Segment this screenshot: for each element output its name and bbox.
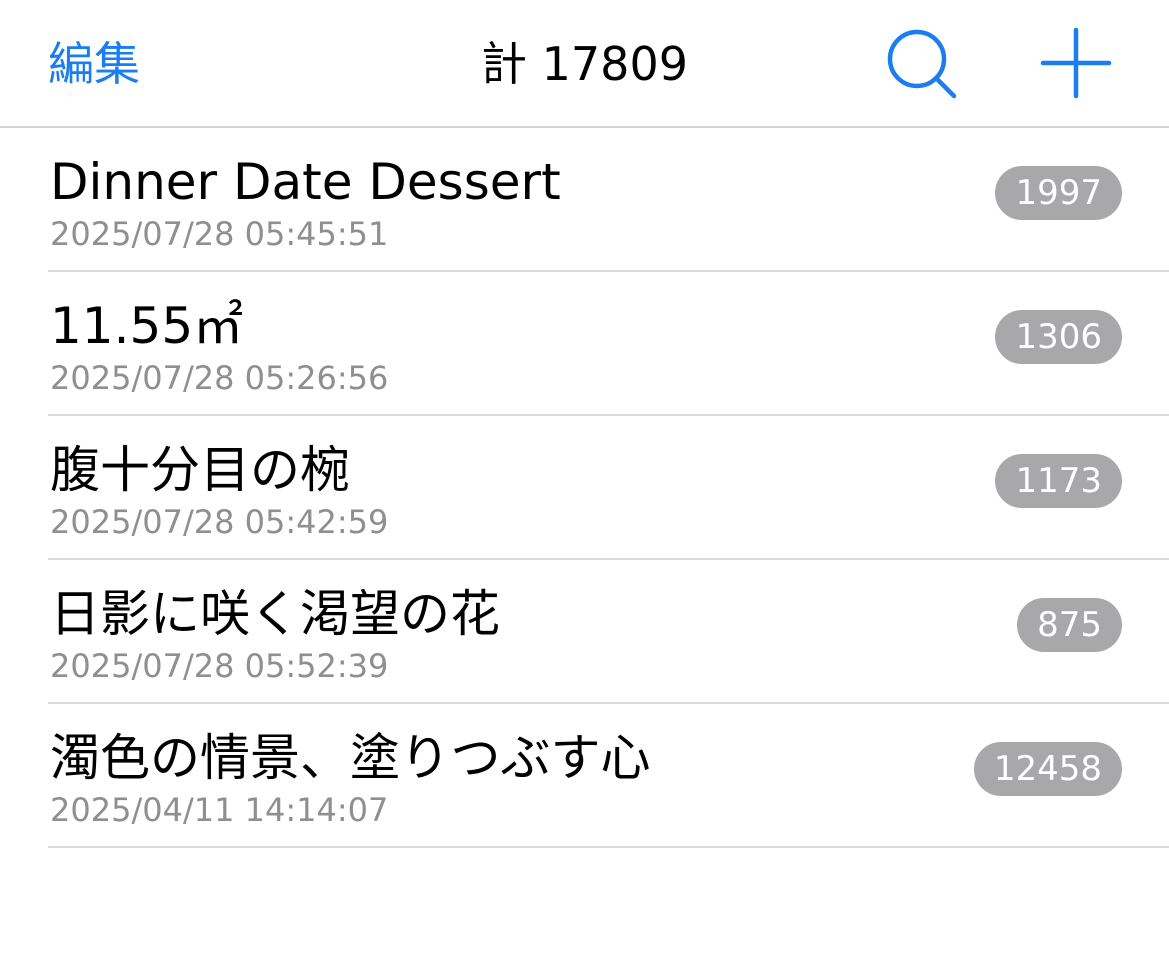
navigation-bar: 編集 計 17809 <box>0 0 1169 128</box>
item-date: 2025/07/28 05:52:39 <box>50 647 389 685</box>
item-title: 日影に咲く渇望の花 <box>50 585 500 643</box>
count-badge: 875 <box>1017 598 1122 652</box>
item-date: 2025/07/28 05:45:51 <box>50 215 389 253</box>
count-badge: 12458 <box>973 742 1122 796</box>
item-title: Dinner Date Dessert <box>50 153 561 211</box>
list-item[interactable]: 11.55㎡ 2025/07/28 05:26:56 1306 <box>48 272 1169 416</box>
list-item[interactable]: Dinner Date Dessert 2025/07/28 05:45:51 … <box>48 128 1169 272</box>
count-badge: 1306 <box>995 310 1122 364</box>
count-badge: 1173 <box>995 454 1122 508</box>
count-badge: 1997 <box>995 166 1122 220</box>
item-title: 11.55㎡ <box>50 297 244 355</box>
item-list: Dinner Date Dessert 2025/07/28 05:45:51 … <box>0 128 1169 848</box>
item-date: 2025/07/28 05:26:56 <box>50 359 389 397</box>
item-title: 濁色の情景、塗りつぶす心 <box>50 729 651 787</box>
item-date: 2025/04/11 14:14:07 <box>50 791 389 829</box>
search-icon <box>887 29 957 99</box>
list-item[interactable]: 腹十分目の椀 2025/07/28 05:42:59 1173 <box>48 416 1169 560</box>
list-item[interactable]: 濁色の情景、塗りつぶす心 2025/04/11 14:14:07 12458 <box>48 704 1169 848</box>
plus-icon <box>1040 27 1112 99</box>
item-title: 腹十分目の椀 <box>50 441 350 499</box>
add-button[interactable] <box>1038 26 1114 102</box>
page-title: 計 17809 <box>481 37 688 91</box>
item-date: 2025/07/28 05:42:59 <box>50 503 389 541</box>
search-button[interactable] <box>884 26 960 102</box>
list-item[interactable]: 日影に咲く渇望の花 2025/07/28 05:52:39 875 <box>48 560 1169 704</box>
